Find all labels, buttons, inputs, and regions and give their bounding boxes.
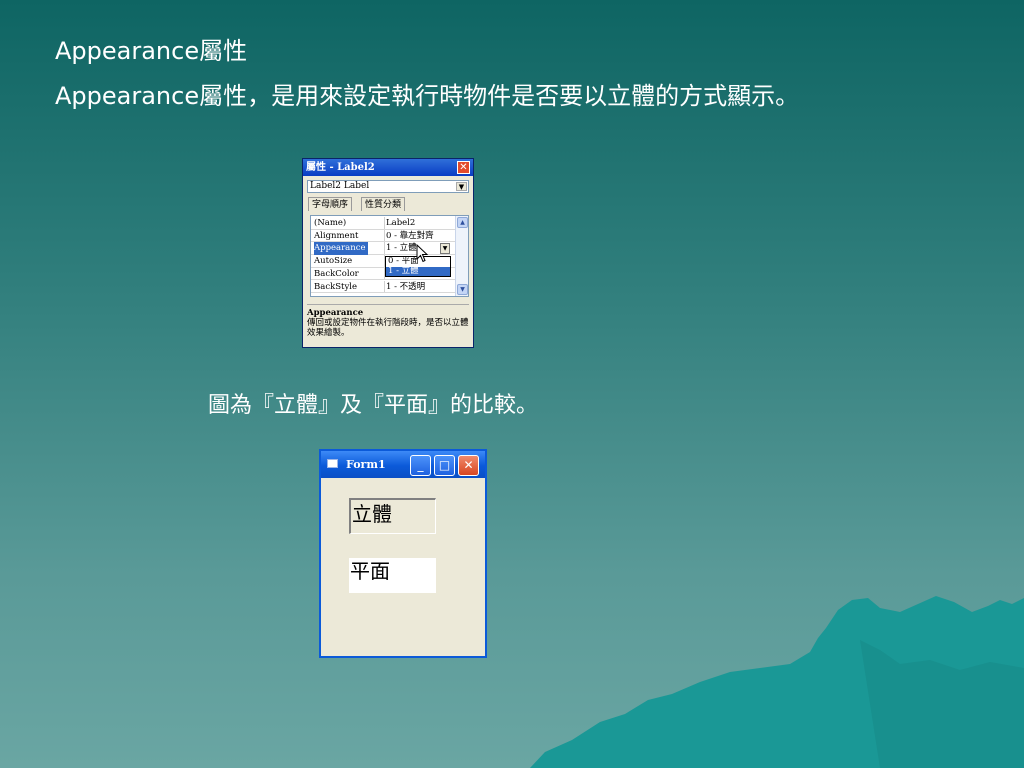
label-3d: 立體 (349, 498, 436, 534)
comparison-caption: 圖為『立體』及『平面』的比較。 (208, 393, 539, 418)
property-name: AutoSize (314, 256, 353, 267)
object-selector[interactable]: Label2 Label ▼ (307, 180, 469, 193)
mouse-pointer-icon (416, 244, 429, 263)
property-value[interactable]: 1 - 立體 (386, 242, 417, 255)
property-row[interactable]: BackStyle 1 - 不透明 (311, 280, 456, 294)
maximize-icon[interactable]: □ (434, 455, 455, 476)
dropdown-option-selected[interactable]: 1 - 立體 (386, 266, 450, 276)
chevron-down-icon[interactable]: ▼ (456, 182, 467, 191)
slide-body-text: Appearance屬性，是用來設定執行時物件是否要以立體的方式顯示。 (55, 82, 800, 110)
property-row[interactable]: Alignment 0 - 靠左對齊 (311, 229, 456, 243)
close-icon[interactable]: ✕ (457, 161, 470, 174)
property-name: BackStyle (314, 281, 358, 292)
dropdown-arrow-icon[interactable]: ▼ (440, 243, 450, 254)
property-row[interactable]: (Name) Label2 (311, 217, 456, 230)
form1-titlebar: Form1 _ □ ✕ (321, 451, 485, 478)
property-name: BackColor (314, 268, 359, 279)
form1-window: Form1 _ □ ✕ 立體 平面 (319, 449, 487, 658)
label-flat: 平面 (349, 558, 436, 593)
slide-title: Appearance屬性 (55, 37, 248, 65)
form-icon (327, 459, 338, 468)
property-name: Alignment (314, 230, 359, 241)
tab-alphabetic[interactable]: 字母順序 (308, 197, 353, 211)
properties-title: 屬性 - Label2 (306, 162, 375, 173)
property-row-selected[interactable]: Appearance 1 - 立體 (311, 242, 456, 256)
column-divider (384, 242, 385, 255)
property-name: Appearance (314, 242, 368, 256)
scroll-down-icon[interactable]: ▼ (457, 284, 468, 295)
column-divider (384, 217, 385, 229)
minimize-icon[interactable]: _ (410, 455, 431, 476)
properties-window: 屬性 - Label2 ✕ Label2 Label ▼ 字母順序 性質分類 (… (302, 158, 474, 348)
tab-categorized[interactable]: 性質分類 (361, 197, 406, 211)
properties-titlebar: 屬性 - Label2 ✕ (303, 159, 473, 176)
object-selector-value: Label2 Label (310, 181, 370, 191)
property-value: 0 - 靠左對齊 (386, 230, 434, 241)
form1-title: Form1 (346, 458, 386, 471)
description-title: Appearance (307, 308, 364, 318)
property-value: Label2 (386, 218, 416, 228)
mountain-decoration (530, 596, 1024, 768)
scroll-up-icon[interactable]: ▲ (457, 217, 468, 228)
close-icon[interactable]: ✕ (458, 455, 479, 476)
description-text: 傳回或設定物件在執行階段時，是否以立體效果繪製。 (307, 318, 469, 338)
property-name: (Name) (314, 218, 347, 228)
property-value: 1 - 不透明 (386, 281, 426, 292)
property-description: Appearance 傳回或設定物件在執行階段時，是否以立體效果繪製。 (307, 304, 469, 344)
column-divider (384, 280, 385, 293)
vertical-scrollbar[interactable]: ▲ ▼ (455, 216, 468, 296)
column-divider (384, 229, 385, 242)
